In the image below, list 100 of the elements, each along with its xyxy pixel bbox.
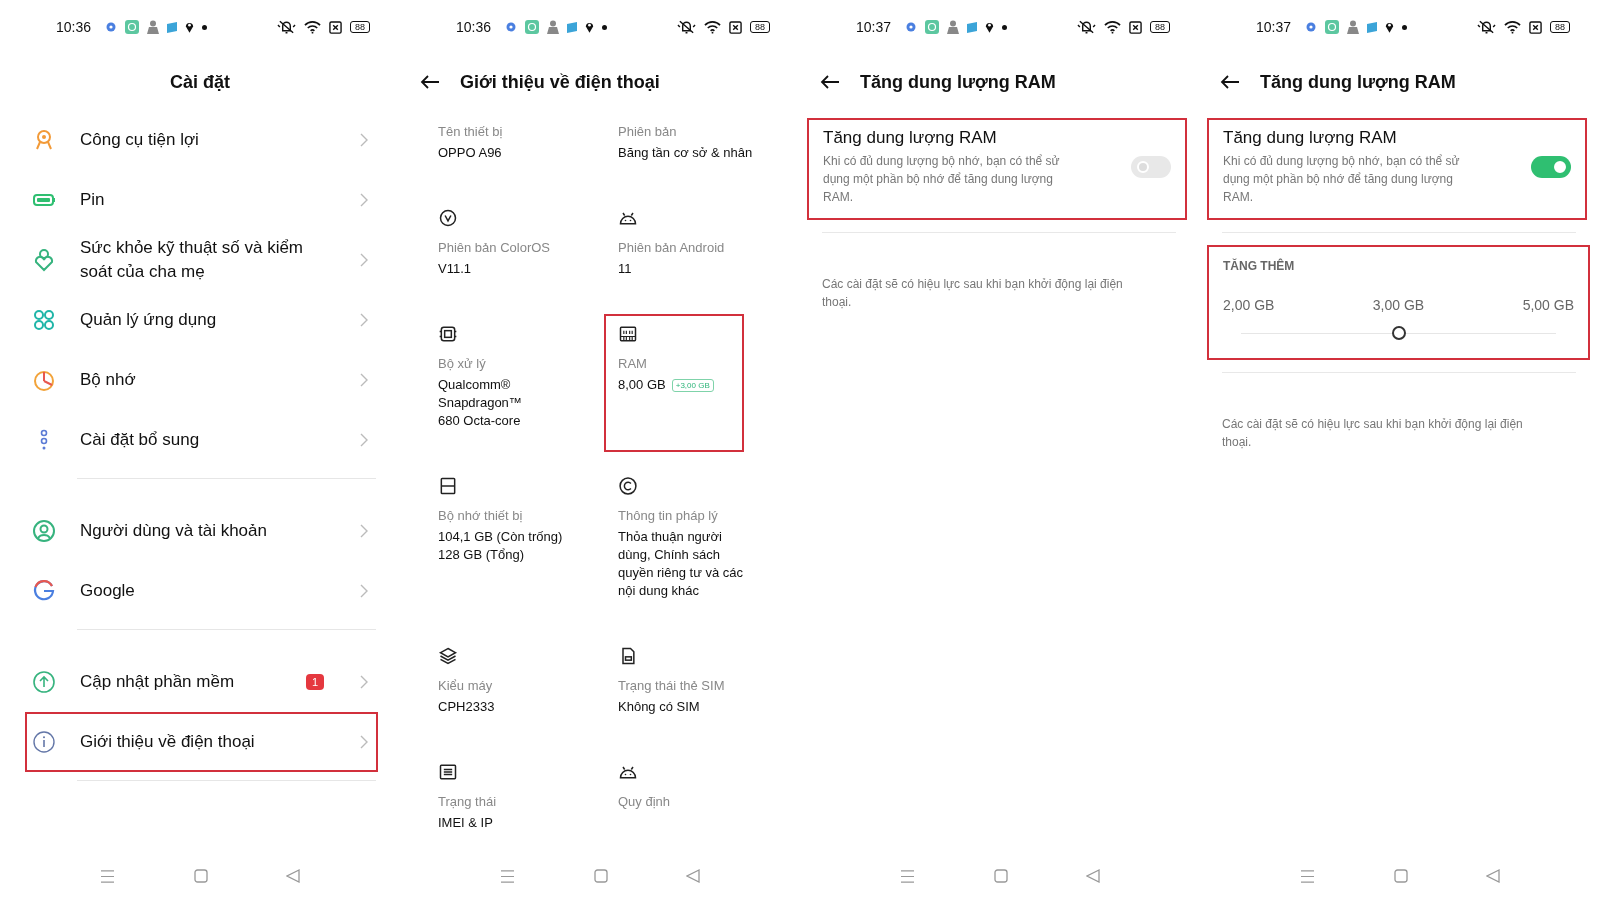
info-label: Tên thiết bị [438,124,503,139]
info-value: CPH2333 [438,698,495,716]
no-sim-icon [1529,20,1542,34]
menu-icon[interactable] [500,869,515,883]
status-time: 10:37 [856,19,892,35]
location-icon [585,21,595,33]
settings-item[interactable]: Quản lý ứng dụng [25,290,378,350]
dot-icon [1402,24,1408,30]
info-item[interactable]: Trạng thái IMEI & IP [424,752,604,854]
layers-icon [438,646,458,666]
chevron-right-icon [360,735,368,749]
version-icon [438,208,458,228]
dot-icon [602,24,608,30]
toggle-switch[interactable] [1131,156,1171,178]
back-icon[interactable] [686,869,700,883]
menu-icon[interactable] [1300,869,1315,883]
back-icon[interactable] [1086,869,1100,883]
wifi-icon [1504,20,1521,34]
toggle-switch[interactable] [1531,156,1571,178]
item-label: Quản lý ứng dụng [80,309,218,331]
home-icon[interactable] [593,869,608,883]
app-icon [125,20,140,34]
battery-indicator: 88 [750,21,770,33]
info-value: Qualcomm® Snapdragon™ 680 Octa-core [438,376,522,430]
screen-title: Cài đặt [170,71,230,93]
setting-title: Tăng dung lượng RAM [823,128,998,148]
screen-title: Tăng dung lượng RAM [860,71,1056,93]
pie-chart-icon [32,368,56,392]
location-icon [1385,21,1395,33]
back-arrow-icon[interactable] [820,74,840,90]
home-icon[interactable] [1393,869,1408,883]
gear-icon [1305,21,1318,33]
info-label: Phiên bản [618,124,677,139]
item-label: Bộ nhớ [80,369,137,391]
info-label: Trạng thái [438,794,497,809]
settings-item[interactable]: Pin [25,170,378,230]
battery-indicator: 88 [1150,21,1170,33]
info-item[interactable]: RAM 8,00 GB +3,00 GB [604,314,744,452]
back-icon[interactable] [1486,869,1500,883]
back-icon[interactable] [286,869,300,883]
info-value: 8,00 GB [618,376,666,394]
slider-thumb[interactable] [1391,326,1406,340]
no-sim-icon [1129,20,1142,34]
settings-item[interactable]: Cập nhật phần mềm 1 [25,652,378,712]
item-label: Google [80,580,136,602]
location-icon [185,21,195,33]
mute-icon [277,20,296,34]
settings-item[interactable]: Người dùng và tài khoản [25,501,378,561]
info-icon [32,730,56,754]
app-icon [1325,20,1340,34]
info-value: V11.1 [438,260,471,278]
back-arrow-icon[interactable] [1220,74,1240,90]
info-item[interactable]: Trạng thái thẻ SIM Không có SIM [604,636,784,738]
dot-icon [1002,24,1008,30]
home-icon[interactable] [193,869,208,883]
chevron-right-icon [360,433,368,447]
settings-item[interactable]: Bộ nhớ [25,350,378,410]
menu-icon[interactable] [100,869,115,883]
battery-indicator: 88 [1550,21,1570,33]
option-label: 5,00 GB [1522,297,1574,313]
info-item[interactable]: Tên thiết bị OPPO A96 [424,114,604,184]
square-app-icon [1367,21,1378,33]
wifi-icon [304,20,321,34]
option-label: 3,00 GB [1372,297,1425,313]
square-app-icon [967,21,978,33]
settings-item[interactable]: Google [25,561,378,621]
info-item[interactable]: Thông tin pháp lý Thỏa thuận người dùng, Chính sách quyền riêng tư và các nội dung khác [604,466,784,622]
option-label: 2,00 GB [1223,297,1275,313]
info-item[interactable]: Phiên bản Android 11 [604,198,784,300]
settings-item[interactable]: Sức khỏe kỹ thuật số và kiểm soát của cha mẹ [25,230,378,290]
chip-icon [438,324,458,344]
home-icon[interactable] [993,869,1008,883]
no-sim-icon [329,20,342,34]
info-label: Bộ nhớ thiết bị [438,508,523,523]
google-icon [32,579,56,603]
info-item[interactable]: Phiên bản Băng tần cơ sở & nhân [604,114,784,184]
battery-indicator: 88 [350,21,370,33]
menu-icon[interactable] [900,869,915,883]
chevron-right-icon [360,253,368,267]
info-item[interactable]: Bộ nhớ thiết bị 104,1 GB (Còn trống) 128 GB (Tổng) [424,466,604,622]
location-icon [985,21,995,33]
setting-title: Tăng dung lượng RAM [1223,128,1398,148]
chevron-right-icon [360,373,368,387]
chevron-right-icon [360,313,368,327]
restart-note: Các cài đặt sẽ có hiệu lực sau khi bạn khởi động lại điện thoại. [822,276,1124,311]
settings-item[interactable]: Giới thiệu về điện thoại [25,712,378,772]
back-arrow-icon[interactable] [420,74,440,90]
extra-ram-tag: +3,00 GB [671,378,714,392]
app-icon [925,20,940,34]
settings-item[interactable]: Công cụ tiện lợi [25,110,378,170]
info-item[interactable]: Quy định [604,752,784,854]
item-label: Pin [80,189,106,211]
mute-icon [677,20,696,34]
status-time: 10:36 [456,19,492,35]
square-app-icon [167,21,178,33]
info-item[interactable]: Bộ xử lý Qualcomm® Snapdragon™ 680 Octa-core [424,314,604,452]
settings-item[interactable]: Cài đặt bổ sung [25,410,378,470]
info-item[interactable]: Kiểu máy CPH2333 [424,636,604,738]
info-item[interactable]: Phiên bản ColorOS V11.1 [424,198,604,300]
info-label: Quy định [618,794,671,809]
